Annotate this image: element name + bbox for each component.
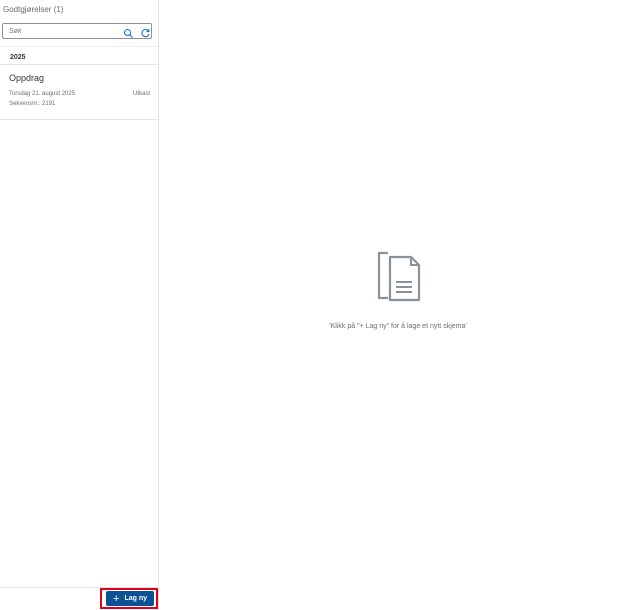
plus-icon: + xyxy=(113,592,120,605)
group-header-year: 2025 xyxy=(0,46,158,65)
item-status: Utkast xyxy=(132,91,150,97)
create-new-label: Lag ny xyxy=(124,595,147,602)
item-date: Torsdag 21. august 2025 xyxy=(9,91,76,97)
list-title: Godtgjørelser (1) xyxy=(3,5,64,14)
list-item[interactable]: Oppdrag Torsdag 21. august 2025 Sekvensn… xyxy=(0,65,158,120)
document-icon xyxy=(377,251,421,303)
app-window: Godtgjørelser (1) 2025 Oppdrag Torsdag 2… xyxy=(0,0,637,610)
create-new-button[interactable]: + Lag ny xyxy=(106,591,154,606)
search-field[interactable] xyxy=(2,23,152,39)
item-title: Oppdrag xyxy=(9,73,45,83)
refresh-icon[interactable] xyxy=(140,26,151,38)
item-sequence-number: Sekvensnr.: 2191 xyxy=(9,101,56,107)
search-input[interactable] xyxy=(9,26,117,37)
detail-pane: 'Klikk på "+ Lag ny" for å lage et nytt … xyxy=(159,0,637,610)
master-pane: Godtgjørelser (1) 2025 Oppdrag Torsdag 2… xyxy=(0,0,159,610)
empty-state-text: 'Klikk på "+ Lag ny" for å lage et nytt … xyxy=(329,323,467,330)
search-icon[interactable] xyxy=(123,26,134,38)
